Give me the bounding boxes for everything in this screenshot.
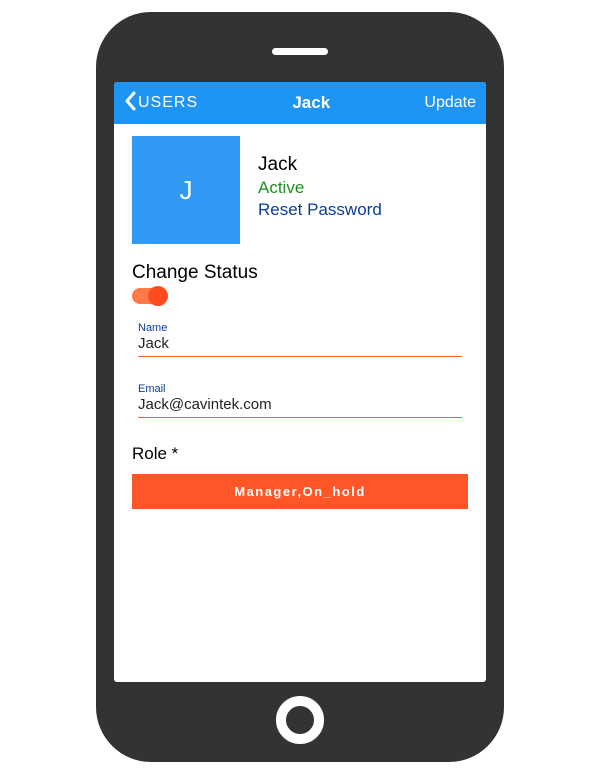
content: J Jack Active Reset Password Change Stat… bbox=[114, 124, 486, 682]
profile-row: J Jack Active Reset Password bbox=[132, 136, 468, 244]
profile-info: Jack Active Reset Password bbox=[258, 136, 382, 244]
update-button[interactable]: Update bbox=[424, 94, 476, 112]
status-toggle[interactable] bbox=[132, 288, 166, 304]
chevron-left-icon bbox=[124, 91, 136, 116]
avatar: J bbox=[132, 136, 240, 244]
navbar: USERS Jack Update bbox=[114, 82, 486, 124]
change-status-label: Change Status bbox=[132, 262, 468, 284]
name-input[interactable] bbox=[138, 335, 462, 352]
back-label: USERS bbox=[138, 94, 198, 112]
email-input[interactable] bbox=[138, 396, 462, 413]
screen: USERS Jack Update J Jack Active Reset Pa… bbox=[114, 82, 486, 682]
phone-speaker bbox=[272, 48, 328, 55]
role-selector-button[interactable]: Manager,On_hold bbox=[132, 474, 468, 509]
name-field[interactable]: Name bbox=[138, 322, 462, 357]
profile-name: Jack bbox=[258, 154, 382, 176]
email-field[interactable]: Email bbox=[138, 383, 462, 418]
name-field-label: Name bbox=[138, 322, 462, 334]
page-title: Jack bbox=[292, 93, 330, 113]
email-field-label: Email bbox=[138, 383, 462, 395]
reset-password-link[interactable]: Reset Password bbox=[258, 200, 382, 220]
home-button[interactable] bbox=[276, 696, 324, 744]
profile-status: Active bbox=[258, 178, 382, 198]
toggle-knob bbox=[148, 286, 168, 306]
back-button[interactable]: USERS bbox=[124, 91, 198, 116]
role-label: Role * bbox=[132, 444, 468, 464]
avatar-initial: J bbox=[180, 175, 193, 206]
phone-frame: USERS Jack Update J Jack Active Reset Pa… bbox=[96, 12, 504, 762]
